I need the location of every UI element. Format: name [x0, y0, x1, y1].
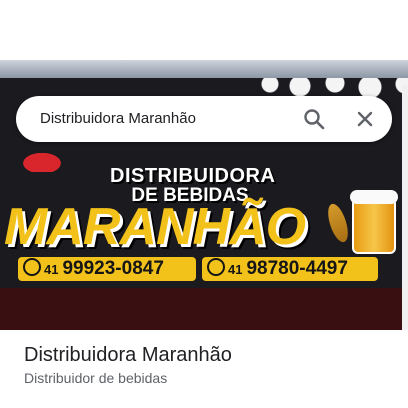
whatsapp-icon [23, 258, 41, 276]
search-input[interactable]: Distribuidora Maranhão [40, 96, 196, 142]
phone-2-ddd: 41 [228, 262, 243, 277]
close-icon [357, 111, 373, 127]
phone-2-number: 98780-4497 [246, 258, 348, 279]
whatsapp-icon [207, 258, 225, 276]
photo-edge [402, 85, 408, 330]
sign-phone-2: 41 98780-4497 [202, 257, 378, 281]
search-icon [304, 109, 325, 130]
beer-mug-graphic [350, 190, 398, 254]
photo-bottom [0, 288, 408, 330]
sign-brand-text: MARANHÃO [4, 198, 306, 256]
search-button[interactable] [297, 102, 331, 136]
phone-1-number: 99923-0847 [62, 258, 164, 279]
sign-top-edge [0, 60, 408, 78]
phone-1-ddd: 41 [44, 262, 59, 277]
hat-graphic [18, 150, 66, 172]
place-title[interactable]: Distribuidora Maranhão [24, 343, 232, 367]
sign-phone-1: 41 99923-0847 [18, 257, 196, 281]
place-category: Distribuidor de bebidas [24, 370, 168, 386]
clear-search-button[interactable] [348, 102, 382, 136]
search-box[interactable]: Distribuidora Maranhão [16, 96, 392, 142]
